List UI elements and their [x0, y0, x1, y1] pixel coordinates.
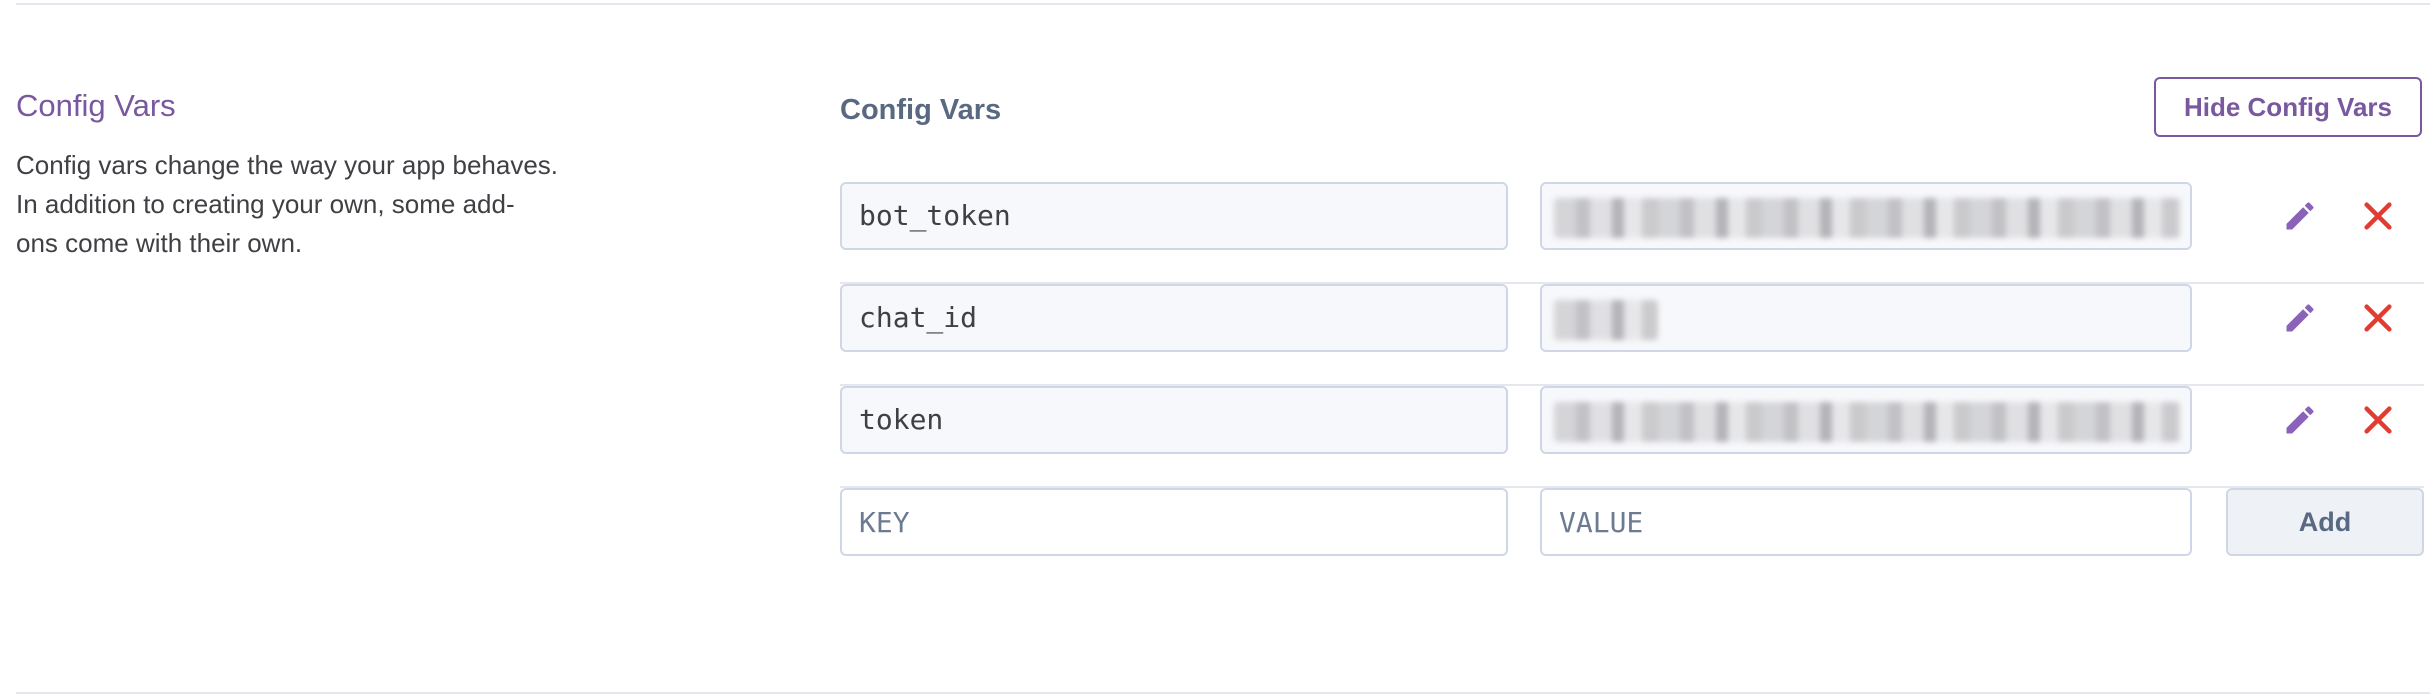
config-var-row: bot_token — [840, 182, 2424, 284]
config-var-key[interactable]: chat_id — [840, 284, 1508, 352]
config-var-row: token — [840, 386, 2424, 488]
config-var-key[interactable]: bot_token — [840, 182, 1508, 250]
delete-button[interactable] — [2360, 198, 2396, 234]
bottom-divider — [16, 692, 2430, 694]
pencil-icon — [2286, 304, 2314, 332]
config-var-value[interactable] — [1540, 284, 2192, 352]
description-line: Config vars change the way your app beha… — [16, 150, 559, 180]
top-divider — [16, 3, 2430, 5]
new-value-input[interactable] — [1540, 488, 2192, 556]
redacted-value — [1554, 402, 2180, 442]
config-var-value[interactable] — [1540, 182, 2192, 250]
redacted-value — [1554, 198, 2180, 238]
redacted-value — [1554, 300, 1658, 340]
config-var-row: chat_id — [840, 284, 2424, 386]
new-key-input[interactable] — [840, 488, 1508, 556]
section-description: Config vars change the way your app beha… — [16, 146, 596, 263]
pencil-icon — [2286, 406, 2314, 434]
description-line: In addition to creating your own, some a… — [16, 189, 515, 219]
pencil-icon — [2286, 202, 2314, 230]
edit-button[interactable] — [2282, 300, 2318, 336]
delete-button[interactable] — [2360, 300, 2396, 336]
close-icon — [2364, 304, 2392, 332]
delete-button[interactable] — [2360, 402, 2396, 438]
hide-config-vars-button[interactable]: Hide Config Vars — [2154, 77, 2422, 137]
section-intro: Config Vars Config vars change the way y… — [16, 86, 596, 263]
config-var-key[interactable]: token — [840, 386, 1508, 454]
close-icon — [2364, 202, 2392, 230]
new-config-var-row: Add — [840, 488, 2424, 590]
edit-button[interactable] — [2282, 402, 2318, 438]
panel-title: Config Vars — [840, 94, 1002, 126]
description-line: ons come with their own. — [16, 228, 303, 258]
config-var-value[interactable] — [1540, 386, 2192, 454]
config-vars-page: Config Vars Config vars change the way y… — [0, 0, 2430, 696]
close-icon — [2364, 406, 2392, 434]
add-button[interactable]: Add — [2226, 488, 2424, 556]
section-title: Config Vars — [16, 88, 176, 123]
edit-button[interactable] — [2282, 198, 2318, 234]
